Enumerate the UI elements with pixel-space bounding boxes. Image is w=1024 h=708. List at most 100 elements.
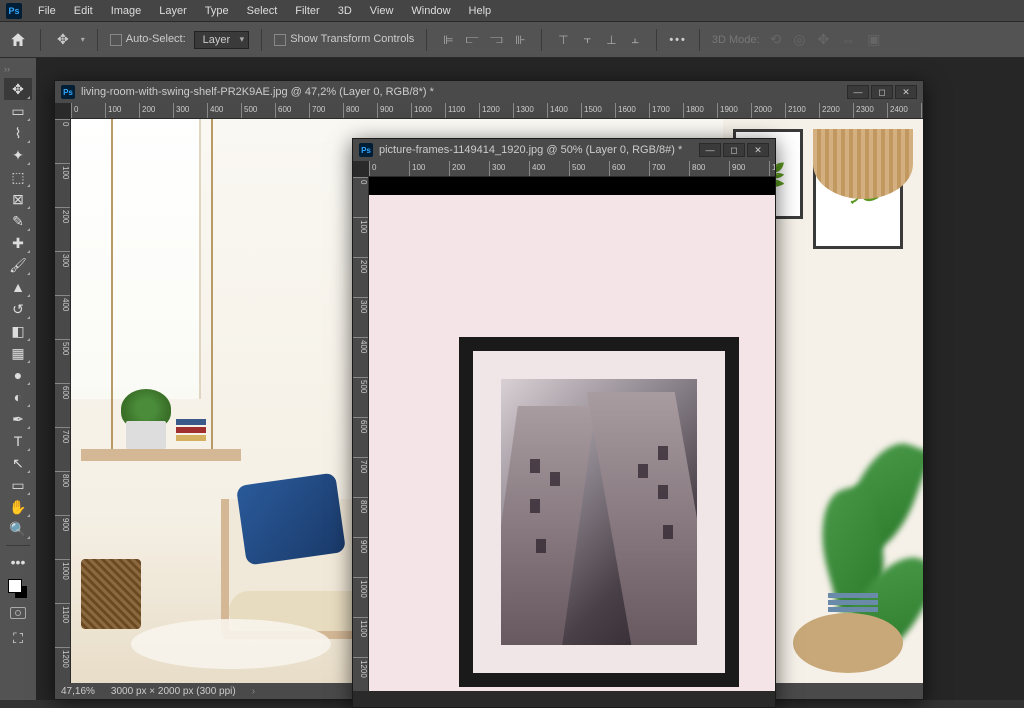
- heal-tool[interactable]: ✚: [4, 232, 32, 254]
- ruler-tick: 700: [309, 103, 325, 118]
- align-bottom-icon[interactable]: ⊥: [602, 31, 620, 49]
- history-tool[interactable]: ↺: [4, 298, 32, 320]
- ruler-tick: 1000: [411, 103, 432, 118]
- ruler-tick: 1200: [55, 647, 70, 668]
- ruler-tick: 200: [139, 103, 155, 118]
- 3d-pan-icon[interactable]: ✥: [818, 31, 830, 48]
- ruler-tick: 600: [353, 417, 368, 433]
- home-button[interactable]: [8, 30, 28, 50]
- ruler-tick: 500: [241, 103, 257, 118]
- auto-select-option[interactable]: Auto-Select:: [110, 33, 186, 45]
- ruler-tick: 800: [689, 161, 705, 176]
- ruler-horizontal[interactable]: 01002003004005006007008009001000: [369, 161, 775, 177]
- path-tool[interactable]: ↖: [4, 452, 32, 474]
- dodge-tool[interactable]: ◐: [4, 386, 32, 408]
- minimize-button[interactable]: —: [699, 143, 721, 157]
- ruler-tick: 700: [649, 161, 665, 176]
- 3d-camera-icon[interactable]: ▣: [867, 31, 880, 48]
- quick-mask-icon[interactable]: [10, 607, 26, 619]
- align-more-icon[interactable]: ⊪: [511, 31, 529, 49]
- align-center-v-icon[interactable]: ⫟: [578, 31, 596, 49]
- menu-edit[interactable]: Edit: [66, 2, 101, 20]
- screen-mode-icon[interactable]: ⛶: [4, 627, 32, 649]
- more-options-icon[interactable]: •••: [669, 34, 687, 46]
- status-arrow-icon[interactable]: ›: [252, 686, 255, 697]
- doc-dimensions[interactable]: 3000 px × 2000 px (300 ppi): [111, 686, 236, 697]
- close-button[interactable]: ✕: [895, 85, 917, 99]
- show-transform-label: Show Transform Controls: [290, 33, 414, 45]
- distribute-icon[interactable]: ⫠: [626, 31, 644, 49]
- align-top-icon[interactable]: ⊤: [554, 31, 572, 49]
- stamp-tool[interactable]: ▲: [4, 276, 32, 298]
- close-button[interactable]: ✕: [747, 143, 769, 157]
- move-tool[interactable]: ✥: [4, 78, 32, 100]
- zoom-tool[interactable]: 🔍: [4, 518, 32, 540]
- menu-help[interactable]: Help: [461, 2, 500, 20]
- ruler-tick: 2500: [921, 103, 923, 118]
- menu-3d[interactable]: 3D: [330, 2, 360, 20]
- ruler-tick: 1700: [649, 103, 670, 118]
- chevron-down-icon[interactable]: ▾: [81, 35, 85, 44]
- ruler-tick: 2400: [887, 103, 908, 118]
- ruler-vertical[interactable]: 0100200300400500600700800900100011001200…: [353, 177, 369, 691]
- ruler-tick: 900: [377, 103, 393, 118]
- minimize-button[interactable]: —: [847, 85, 869, 99]
- eraser-tool[interactable]: ◧: [4, 320, 32, 342]
- color-swatches[interactable]: [8, 579, 28, 599]
- doc1-titlebar[interactable]: Ps living-room-with-swing-shelf-PR2K9AE.…: [55, 81, 923, 103]
- 3d-roll-icon[interactable]: ◎: [793, 31, 805, 48]
- expand-panel-icon[interactable]: ››: [2, 62, 12, 76]
- edit-toolbar-icon[interactable]: •••: [4, 551, 32, 573]
- ruler-tick: 200: [353, 257, 368, 273]
- ruler-tick: 200: [449, 161, 465, 176]
- doc1-title: living-room-with-swing-shelf-PR2K9AE.jpg…: [81, 86, 847, 98]
- maximize-button[interactable]: ◻: [723, 143, 745, 157]
- ruler-tick: 1100: [55, 603, 70, 623]
- foreground-color[interactable]: [8, 579, 22, 593]
- crop-tool[interactable]: ⬚: [4, 166, 32, 188]
- menu-image[interactable]: Image: [103, 2, 150, 20]
- ruler-horizontal[interactable]: 0100200300400500600700800900100011001200…: [71, 103, 923, 119]
- doc2-titlebar[interactable]: Ps picture-frames-1149414_1920.jpg @ 50%…: [353, 139, 775, 161]
- align-left-icon[interactable]: ⊫: [439, 31, 457, 49]
- menu-file[interactable]: File: [30, 2, 64, 20]
- menu-layer[interactable]: Layer: [151, 2, 195, 20]
- divider: [541, 29, 542, 51]
- eyedropper-tool[interactable]: ✎: [4, 210, 32, 232]
- layer-dropdown[interactable]: Layer: [194, 31, 250, 49]
- menu-window[interactable]: Window: [403, 2, 458, 20]
- frame-tool[interactable]: ⊠: [4, 188, 32, 210]
- ruler-vertical[interactable]: 0100200300400500600700800900100011001200…: [55, 119, 71, 683]
- blur-tool[interactable]: ●: [4, 364, 32, 386]
- 3d-slide-icon[interactable]: ⇔: [841, 32, 855, 48]
- marquee-tool[interactable]: ▭: [4, 100, 32, 122]
- checkbox-icon[interactable]: [274, 34, 286, 46]
- menu-view[interactable]: View: [362, 2, 402, 20]
- ruler-tick: 1000: [769, 161, 775, 176]
- menu-filter[interactable]: Filter: [287, 2, 327, 20]
- menu-select[interactable]: Select: [239, 2, 286, 20]
- menu-type[interactable]: Type: [197, 2, 237, 20]
- pen-tool[interactable]: ✒: [4, 408, 32, 430]
- brush-tool[interactable]: 🖌: [4, 254, 32, 276]
- maximize-button[interactable]: ◻: [871, 85, 893, 99]
- gradient-tool[interactable]: ▦: [4, 342, 32, 364]
- shape-tool[interactable]: ▭: [4, 474, 32, 496]
- ruler-tick: 600: [55, 383, 70, 399]
- ruler-tick: 1400: [547, 103, 568, 118]
- show-transform-option[interactable]: Show Transform Controls: [274, 33, 414, 45]
- lasso-tool[interactable]: ⌇: [4, 122, 32, 144]
- hand-tool[interactable]: ✋: [4, 496, 32, 518]
- align-right-icon[interactable]: ⫎: [487, 31, 505, 49]
- ps-icon: Ps: [61, 85, 75, 99]
- zoom-level[interactable]: 47,16%: [61, 686, 95, 697]
- ruler-tick: 0: [55, 119, 70, 126]
- doc2-canvas[interactable]: [369, 177, 775, 691]
- type-tool[interactable]: T: [4, 430, 32, 452]
- checkbox-icon[interactable]: [110, 34, 122, 46]
- ruler-tick: 500: [569, 161, 585, 176]
- 3d-orbit-icon[interactable]: ⟲: [770, 31, 782, 48]
- wand-tool[interactable]: ✦: [4, 144, 32, 166]
- align-center-h-icon[interactable]: ⫍: [463, 31, 481, 49]
- document-window-2[interactable]: Ps picture-frames-1149414_1920.jpg @ 50%…: [352, 138, 776, 708]
